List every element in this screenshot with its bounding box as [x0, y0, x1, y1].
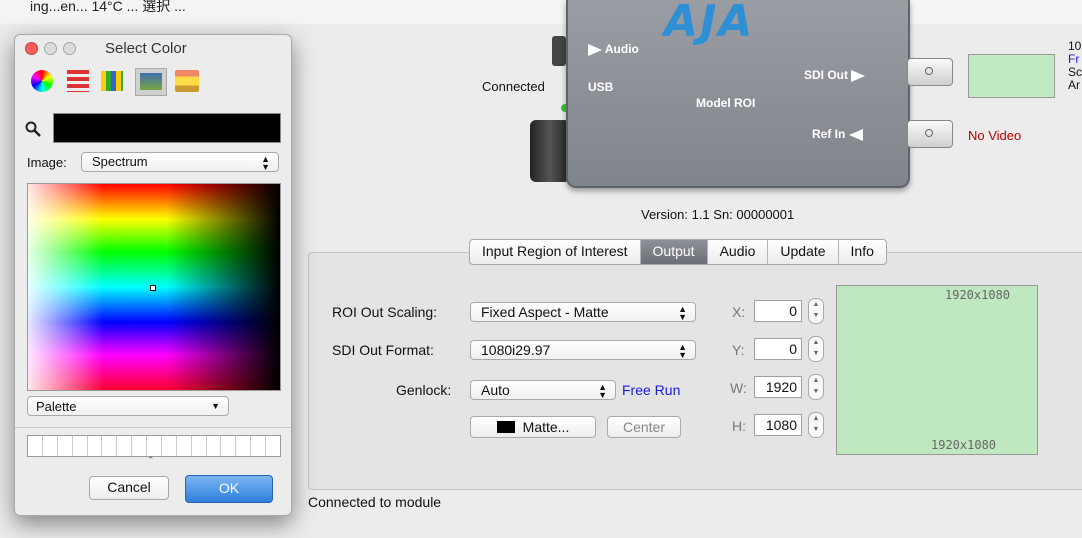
dialog-title: Select Color	[105, 40, 187, 57]
version-info: Version: 1.1 Sn: 00000001	[641, 207, 795, 222]
roi-out-scaling-value: Fixed Aspect - Matte	[481, 304, 609, 320]
resize-grip-icon[interactable]: ⌃	[147, 455, 155, 466]
x-stepper[interactable]: ▲ ▼	[808, 298, 824, 324]
device-image: AJA Audio USB SDI Out Model ROI Ref In	[566, 0, 910, 188]
ref-in-text: Ref In	[812, 127, 846, 141]
x-field[interactable]: 0	[754, 300, 802, 322]
top-strip: ing...en... 14°C ... 選択 ...	[0, 0, 1082, 24]
tab-bar: Input Region of Interest Output Audio Up…	[469, 239, 887, 265]
center-button[interactable]: Center	[607, 416, 681, 438]
genlock-status: Free Run	[622, 382, 681, 398]
genlock-label: Genlock:	[396, 382, 452, 398]
sdi-out-bnc-connector	[907, 58, 953, 86]
cancel-button[interactable]: Cancel	[89, 476, 169, 500]
ref-in-arrow-icon	[848, 128, 863, 141]
device-model-label: Model ROI	[696, 96, 756, 110]
y-stepper[interactable]: ▲ ▼	[808, 336, 824, 362]
matte-button-label: Matte...	[522, 419, 570, 435]
sdi-out-preview	[968, 54, 1055, 98]
updown-arrows-icon: ▲ ▼	[261, 154, 270, 172]
image-select-value: Spectrum	[92, 154, 148, 169]
y-field[interactable]: 0	[754, 338, 802, 360]
status-bar: Connected to module	[308, 494, 442, 510]
sdi-info-text: 10 Fr Sc Ar	[1068, 40, 1082, 92]
picker-mode-toolbar	[23, 68, 283, 96]
image-select[interactable]: Spectrum ▲ ▼	[81, 152, 279, 172]
spectrum-image[interactable]	[27, 183, 281, 391]
top-caption: ing...en... 14°C ... 選択 ...	[30, 0, 186, 14]
palette-select[interactable]: Palette ▼	[27, 396, 229, 416]
chevron-down-icon: ▼	[211, 401, 220, 411]
updown-arrows-icon: ▲ ▼	[678, 342, 687, 360]
h-label: H:	[732, 418, 746, 434]
spectrum-cursor	[150, 285, 156, 291]
close-icon[interactable]	[25, 42, 38, 55]
tab-output[interactable]: Output	[640, 240, 708, 264]
w-field[interactable]: 1920	[754, 376, 802, 398]
w-stepper[interactable]: ▲ ▼	[808, 374, 824, 400]
color-swatch-well[interactable]	[27, 435, 281, 457]
palette-select-value: Palette	[36, 399, 77, 414]
image-row: Image:	[27, 155, 67, 170]
device-sdi-out-label: SDI Out	[804, 68, 866, 82]
sdi-info-line: Ar	[1068, 78, 1080, 92]
ok-button[interactable]: OK	[185, 475, 273, 503]
color-wheel-icon[interactable]	[31, 70, 53, 92]
roi-out-scaling-select[interactable]: Fixed Aspect - Matte ▲ ▼	[470, 302, 696, 322]
device-audio-text: Audio	[604, 42, 639, 56]
crayons-icon[interactable]	[175, 70, 199, 92]
tab-info[interactable]: Info	[839, 240, 886, 264]
genlock-value: Auto	[481, 382, 510, 398]
h-stepper[interactable]: ▲ ▼	[808, 412, 824, 438]
ref-in-bnc-connector	[907, 120, 953, 148]
x-label: X:	[732, 304, 746, 320]
sdi-out-arrow-icon	[851, 69, 866, 82]
preview-bottom-resolution: 1920x1080	[931, 438, 997, 452]
updown-arrows-icon: ▲ ▼	[678, 304, 687, 322]
usb-connector	[530, 120, 570, 182]
matte-color-swatch	[496, 421, 515, 433]
sdi-out-format-select[interactable]: 1080i29.97 ▲ ▼	[470, 340, 696, 360]
device-ref-in-label: Ref In	[812, 127, 863, 141]
aja-logo: AJA	[664, 0, 755, 47]
matte-button[interactable]: Matte...	[470, 416, 596, 438]
output-preview: 1920x1080 1920x1080	[836, 285, 1038, 455]
y-label: Y:	[732, 342, 745, 358]
device-audio-connector	[552, 36, 566, 66]
select-color-dialog: Select Color Image: Spectrum ▲ ▼ Palette …	[14, 34, 292, 516]
ref-in-status: No Video	[968, 128, 1022, 143]
sdi-out-format-value: 1080i29.97	[481, 342, 551, 358]
updown-arrows-icon: ▲ ▼	[598, 382, 607, 400]
w-label: W:	[730, 380, 747, 396]
preview-top-resolution: 1920x1080	[945, 288, 1011, 302]
roi-out-scaling-label: ROI Out Scaling:	[332, 304, 438, 320]
usb-connected-label: Connected	[482, 79, 545, 94]
magnifier-icon[interactable]	[25, 121, 41, 142]
zoom-icon[interactable]	[63, 42, 76, 55]
device-usb-label: USB	[588, 80, 614, 94]
tab-input-region-of-interest[interactable]: Input Region of Interest	[470, 240, 641, 264]
dialog-titlebar: Select Color	[15, 35, 291, 61]
device-audio-label: Audio	[588, 42, 639, 56]
color-palettes-icon[interactable]	[101, 71, 123, 91]
audio-arrow-icon	[588, 43, 602, 56]
image-label: Image:	[27, 155, 67, 170]
genlock-select[interactable]: Auto ▲ ▼	[470, 380, 616, 400]
selected-color-swatch[interactable]	[53, 113, 281, 143]
divider	[15, 427, 291, 428]
sdi-out-text: SDI Out	[804, 68, 848, 82]
h-field[interactable]: 1080	[754, 414, 802, 436]
tab-audio[interactable]: Audio	[708, 240, 769, 264]
image-palettes-icon[interactable]	[135, 68, 167, 96]
sdi-out-format-label: SDI Out Format:	[332, 342, 434, 358]
color-sliders-icon[interactable]	[67, 70, 89, 92]
minimize-icon[interactable]	[44, 42, 57, 55]
tab-update[interactable]: Update	[768, 240, 839, 264]
